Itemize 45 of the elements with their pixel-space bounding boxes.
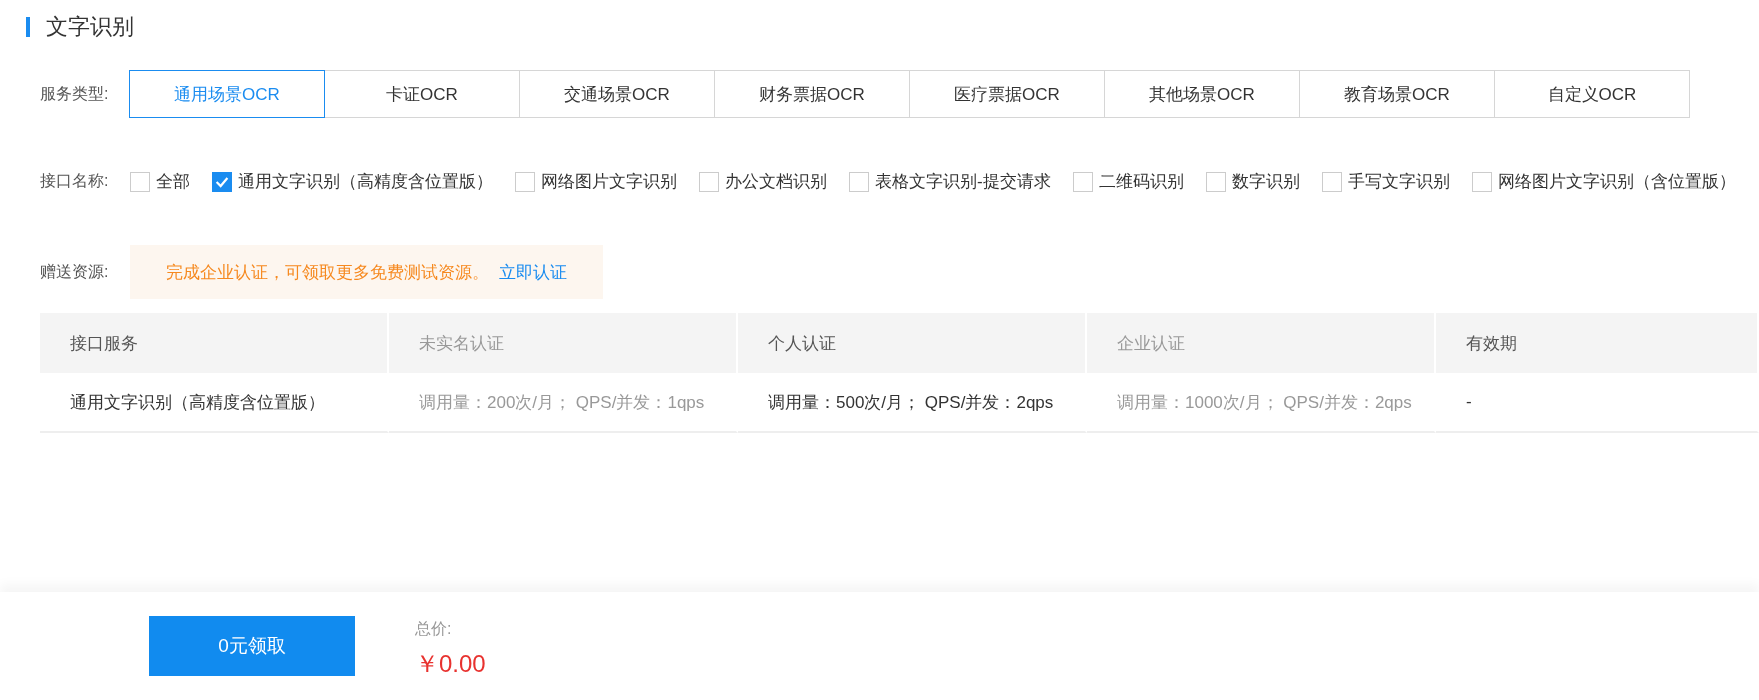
checkbox[interactable] [212, 171, 232, 192]
service-tab[interactable]: 自定义OCR [1494, 70, 1690, 118]
table-cell: 通用文字识别（高精度含位置版） [40, 373, 389, 433]
checkbox-label[interactable]: 二维码识别 [1098, 170, 1184, 193]
checkbox[interactable] [849, 171, 869, 192]
service-tab[interactable]: 医疗票据OCR [909, 70, 1105, 118]
section-title: 文字识别 [46, 13, 134, 41]
checkbox[interactable] [699, 171, 719, 192]
checkbox[interactable] [130, 171, 150, 192]
checkbox-label[interactable]: 全部 [156, 170, 190, 193]
checkbox-label[interactable]: 数字识别 [1231, 170, 1300, 193]
checkbox[interactable] [1205, 171, 1226, 192]
service-tab[interactable]: 教育场景OCR [1299, 70, 1495, 118]
column-header: 未实名认证 [389, 313, 738, 373]
service-tab[interactable]: 财务票据OCR [714, 70, 910, 118]
table-cell: 调用量：500次/月； QPS/并发：2qps [738, 373, 1087, 433]
total-label: 总价: [415, 618, 453, 639]
table-cell: 调用量：200次/月； QPS/并发：1qps [389, 373, 738, 433]
field-label: 服务类型: [40, 83, 110, 104]
checkbox-label[interactable]: 办公文档识别 [725, 170, 827, 193]
checkbox[interactable] [1321, 171, 1342, 192]
service-tab[interactable]: 其他场景OCR [1104, 70, 1300, 118]
column-header: 企业认证 [1087, 313, 1436, 373]
column-header: 接口服务 [40, 313, 389, 373]
checkbox[interactable] [515, 171, 535, 192]
checkbox-label[interactable]: 网络图片文字识别 [541, 170, 677, 193]
title-accent-bar [26, 17, 30, 37]
notice-text: 完成企业认证，可领取更多免费测试资源。 [166, 261, 489, 284]
total-price: ￥0.00 [415, 648, 486, 679]
service-tab[interactable]: 交通场景OCR [519, 70, 715, 118]
checkbox-label[interactable]: 手写文字识别 [1347, 170, 1450, 193]
field-label: 接口名称: [40, 171, 110, 191]
checkbox-label[interactable]: 表格文字识别-提交请求 [875, 170, 1051, 193]
table-cell: 调用量：1000次/月； QPS/并发：2qps [1087, 373, 1436, 433]
service-tab[interactable]: 卡证OCR [324, 70, 520, 118]
checkbox[interactable] [1471, 171, 1492, 192]
checkbox-label[interactable]: 通用文字识别（高精度含位置版） [238, 170, 493, 193]
claim-button[interactable]: 0元领取 [149, 616, 355, 676]
column-header: 有效期 [1436, 313, 1759, 373]
column-header: 个人认证 [738, 313, 1087, 373]
field-label: 赠送资源: [40, 261, 110, 282]
service-tab[interactable]: 通用场景OCR [129, 70, 325, 118]
checkbox[interactable] [1072, 171, 1093, 192]
table-cell: - [1436, 373, 1759, 433]
checkbox-label[interactable]: 网络图片文字识别（含位置版） [1497, 170, 1736, 193]
